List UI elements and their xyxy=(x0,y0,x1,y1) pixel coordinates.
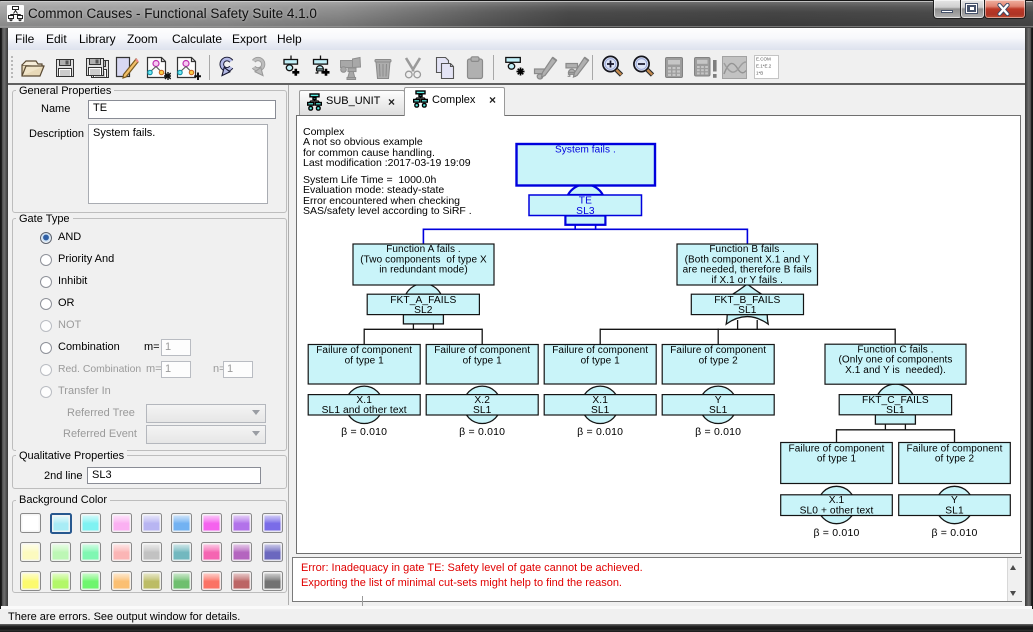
svg-text:SL1: SL1 xyxy=(738,305,757,316)
svg-text:of type 1: of type 1 xyxy=(581,355,621,366)
svg-text:in redundant mode): in redundant mode) xyxy=(379,265,468,276)
svg-text:SL1: SL1 xyxy=(709,405,728,416)
svg-text:of type 1: of type 1 xyxy=(817,454,857,465)
svg-text:SL1: SL1 xyxy=(945,505,964,516)
svg-text:E.COM: E.COM xyxy=(756,57,771,62)
svg-text:β = 0.010: β = 0.010 xyxy=(695,426,741,438)
svg-text:β = 0.010: β = 0.010 xyxy=(459,426,505,438)
svg-text:SL1: SL1 xyxy=(886,405,905,416)
svg-text:β = 0.010: β = 0.010 xyxy=(577,426,623,438)
svg-text:β = 0.010: β = 0.010 xyxy=(931,527,977,539)
svg-text:SL1 and other text: SL1 and other text xyxy=(322,405,407,416)
svg-text:of type 1: of type 1 xyxy=(463,355,503,366)
svg-text:SL1: SL1 xyxy=(591,405,610,416)
svg-text:System fails .: System fails . xyxy=(555,144,616,155)
svg-text:of type 2: of type 2 xyxy=(699,355,739,366)
svg-text:SL0 + other text: SL0 + other text xyxy=(800,505,874,516)
svg-text:SL2: SL2 xyxy=(414,305,433,316)
svg-text:1*B: 1*B xyxy=(756,71,763,76)
svg-text:SL3: SL3 xyxy=(576,206,595,217)
svg-text:SL1: SL1 xyxy=(473,405,492,416)
svg-text:of type 1: of type 1 xyxy=(345,355,385,366)
svg-text:β = 0.010: β = 0.010 xyxy=(813,527,859,539)
svg-text:β = 0.010: β = 0.010 xyxy=(341,426,387,438)
svg-text:if X.1 or Y fails .: if X.1 or Y fails . xyxy=(711,275,783,286)
svg-text:X.1 and Y is needed).: X.1 and Y is needed). xyxy=(845,365,946,376)
svg-text:E.1*E.2: E.1*E.2 xyxy=(756,64,772,69)
svg-text:of type 2: of type 2 xyxy=(935,454,975,465)
